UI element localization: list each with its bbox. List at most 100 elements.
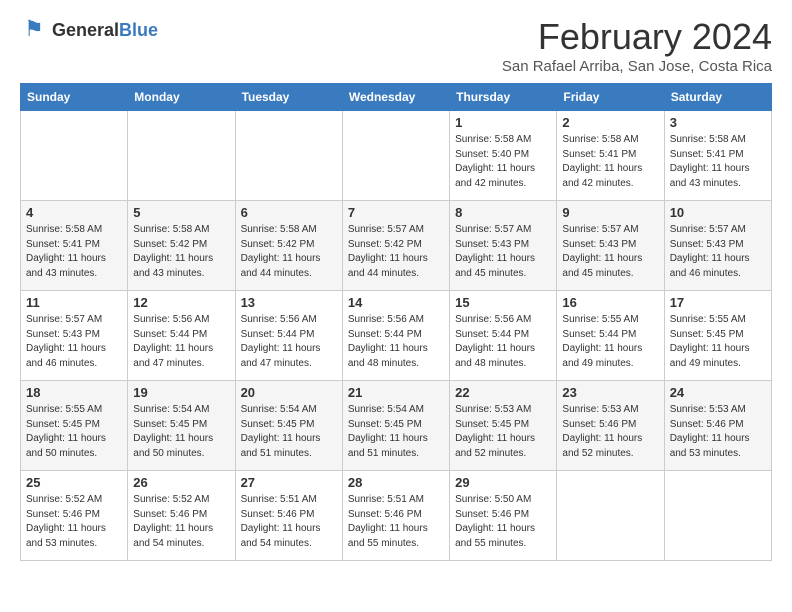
- calendar-cell: [664, 471, 771, 561]
- calendar-cell: [235, 111, 342, 201]
- calendar-cell: 15 Sunrise: 5:56 AM Sunset: 5:44 PM Dayli…: [450, 291, 557, 381]
- day-info: Sunrise: 5:56 AM Sunset: 5:44 PM Dayligh…: [133, 313, 229, 371]
- day-of-week-header: Monday: [128, 84, 235, 111]
- calendar-cell: 5 Sunrise: 5:58 AM Sunset: 5:42 PM Daylig…: [128, 201, 235, 291]
- logo: ⚑ GeneralBlue: [20, 16, 158, 44]
- calendar-week-row: 25 Sunrise: 5:52 AM Sunset: 5:46 PM Dayli…: [21, 471, 772, 561]
- page-header: ⚑ GeneralBlue February 2024 San Rafael A…: [20, 16, 772, 75]
- day-number: 13: [241, 295, 337, 310]
- calendar-cell: 21 Sunrise: 5:54 AM Sunset: 5:45 PM Dayli…: [342, 381, 449, 471]
- day-of-week-header: Tuesday: [235, 84, 342, 111]
- day-number: 24: [670, 385, 766, 400]
- day-info: Sunrise: 5:53 AM Sunset: 5:46 PM Dayligh…: [670, 403, 766, 461]
- calendar-cell: 14 Sunrise: 5:56 AM Sunset: 5:44 PM Dayli…: [342, 291, 449, 381]
- day-number: 26: [133, 475, 229, 490]
- day-number: 8: [455, 205, 551, 220]
- day-number: 16: [562, 295, 658, 310]
- day-number: 15: [455, 295, 551, 310]
- day-info: Sunrise: 5:58 AM Sunset: 5:42 PM Dayligh…: [241, 223, 337, 281]
- days-header-row: SundayMondayTuesdayWednesdayThursdayFrid…: [21, 84, 772, 111]
- day-number: 10: [670, 205, 766, 220]
- calendar-cell: [557, 471, 664, 561]
- day-info: Sunrise: 5:57 AM Sunset: 5:43 PM Dayligh…: [455, 223, 551, 281]
- calendar-cell: 24 Sunrise: 5:53 AM Sunset: 5:46 PM Dayli…: [664, 381, 771, 471]
- day-info: Sunrise: 5:58 AM Sunset: 5:42 PM Dayligh…: [133, 223, 229, 281]
- calendar-cell: [342, 111, 449, 201]
- day-info: Sunrise: 5:53 AM Sunset: 5:46 PM Dayligh…: [562, 403, 658, 461]
- day-info: Sunrise: 5:54 AM Sunset: 5:45 PM Dayligh…: [348, 403, 444, 461]
- day-info: Sunrise: 5:54 AM Sunset: 5:45 PM Dayligh…: [133, 403, 229, 461]
- calendar-subtitle: San Rafael Arriba, San Jose, Costa Rica: [502, 58, 772, 75]
- day-number: 27: [241, 475, 337, 490]
- day-number: 11: [26, 295, 122, 310]
- calendar-table: SundayMondayTuesdayWednesdayThursdayFrid…: [20, 83, 772, 561]
- calendar-cell: 9 Sunrise: 5:57 AM Sunset: 5:43 PM Daylig…: [557, 201, 664, 291]
- calendar-cell: 2 Sunrise: 5:58 AM Sunset: 5:41 PM Daylig…: [557, 111, 664, 201]
- logo-icon: ⚑: [20, 16, 48, 44]
- day-number: 5: [133, 205, 229, 220]
- day-number: 17: [670, 295, 766, 310]
- calendar-cell: 20Sunrise: 5:54 AM Sunset: 5:45 PM Dayli…: [235, 381, 342, 471]
- calendar-cell: 3 Sunrise: 5:58 AM Sunset: 5:41 PM Daylig…: [664, 111, 771, 201]
- day-info: Sunrise: 5:57 AM Sunset: 5:43 PM Dayligh…: [670, 223, 766, 281]
- calendar-cell: 10 Sunrise: 5:57 AM Sunset: 5:43 PM Dayli…: [664, 201, 771, 291]
- calendar-cell: 4Sunrise: 5:58 AM Sunset: 5:41 PM Daylig…: [21, 201, 128, 291]
- svg-text:⚑: ⚑: [24, 16, 44, 41]
- calendar-cell: [21, 111, 128, 201]
- day-info: Sunrise: 5:58 AM Sunset: 5:41 PM Dayligh…: [26, 223, 122, 281]
- title-area: February 2024 San Rafael Arriba, San Jos…: [502, 16, 772, 75]
- day-info: Sunrise: 5:58 AM Sunset: 5:41 PM Dayligh…: [562, 133, 658, 191]
- calendar-week-row: 11 Sunrise: 5:57 AM Sunset: 5:43 PM Dayli…: [21, 291, 772, 381]
- day-number: 3: [670, 115, 766, 130]
- day-info: Sunrise: 5:58 AM Sunset: 5:41 PM Dayligh…: [670, 133, 766, 191]
- day-number: 29: [455, 475, 551, 490]
- day-of-week-header: Saturday: [664, 84, 771, 111]
- day-number: 25: [26, 475, 122, 490]
- calendar-cell: 23 Sunrise: 5:53 AM Sunset: 5:46 PM Dayli…: [557, 381, 664, 471]
- day-info: Sunrise: 5:57 AM Sunset: 5:42 PM Dayligh…: [348, 223, 444, 281]
- day-of-week-header: Thursday: [450, 84, 557, 111]
- calendar-cell: 26 Sunrise: 5:52 AM Sunset: 5:46 PM Dayli…: [128, 471, 235, 561]
- calendar-title: February 2024: [502, 16, 772, 58]
- day-number: 23: [562, 385, 658, 400]
- day-number: 18: [26, 385, 122, 400]
- day-number: 12: [133, 295, 229, 310]
- day-info: Sunrise: 5:55 AM Sunset: 5:45 PM Dayligh…: [670, 313, 766, 371]
- day-number: 21: [348, 385, 444, 400]
- day-info: Sunrise: 5:53 AM Sunset: 5:45 PM Dayligh…: [455, 403, 551, 461]
- day-number: 7: [348, 205, 444, 220]
- day-info: Sunrise: 5:52 AM Sunset: 5:46 PM Dayligh…: [26, 493, 122, 551]
- day-number: 14: [348, 295, 444, 310]
- calendar-week-row: 1Sunrise: 5:58 AM Sunset: 5:40 PM Daylig…: [21, 111, 772, 201]
- day-info: Sunrise: 5:50 AM Sunset: 5:46 PM Dayligh…: [455, 493, 551, 551]
- day-info: Sunrise: 5:51 AM Sunset: 5:46 PM Dayligh…: [241, 493, 337, 551]
- calendar-cell: 6 Sunrise: 5:58 AM Sunset: 5:42 PM Daylig…: [235, 201, 342, 291]
- day-info: Sunrise: 5:52 AM Sunset: 5:46 PM Dayligh…: [133, 493, 229, 551]
- calendar-cell: 18 Sunrise: 5:55 AM Sunset: 5:45 PM Dayli…: [21, 381, 128, 471]
- day-number: 2: [562, 115, 658, 130]
- day-info: Sunrise: 5:56 AM Sunset: 5:44 PM Dayligh…: [348, 313, 444, 371]
- calendar-week-row: 18 Sunrise: 5:55 AM Sunset: 5:45 PM Dayli…: [21, 381, 772, 471]
- day-info: Sunrise: 5:57 AM Sunset: 5:43 PM Dayligh…: [562, 223, 658, 281]
- calendar-cell: [128, 111, 235, 201]
- calendar-cell: 16 Sunrise: 5:55 AM Sunset: 5:44 PM Dayli…: [557, 291, 664, 381]
- calendar-cell: 19Sunrise: 5:54 AM Sunset: 5:45 PM Dayli…: [128, 381, 235, 471]
- day-info: Sunrise: 5:56 AM Sunset: 5:44 PM Dayligh…: [241, 313, 337, 371]
- day-info: Sunrise: 5:55 AM Sunset: 5:45 PM Dayligh…: [26, 403, 122, 461]
- day-number: 9: [562, 205, 658, 220]
- day-info: Sunrise: 5:57 AM Sunset: 5:43 PM Dayligh…: [26, 313, 122, 371]
- logo-blue: Blue: [119, 20, 158, 40]
- day-info: Sunrise: 5:55 AM Sunset: 5:44 PM Dayligh…: [562, 313, 658, 371]
- day-number: 22: [455, 385, 551, 400]
- calendar-week-row: 4Sunrise: 5:58 AM Sunset: 5:41 PM Daylig…: [21, 201, 772, 291]
- day-number: 1: [455, 115, 551, 130]
- day-info: Sunrise: 5:51 AM Sunset: 5:46 PM Dayligh…: [348, 493, 444, 551]
- day-of-week-header: Friday: [557, 84, 664, 111]
- day-info: Sunrise: 5:56 AM Sunset: 5:44 PM Dayligh…: [455, 313, 551, 371]
- day-number: 6: [241, 205, 337, 220]
- day-info: Sunrise: 5:54 AM Sunset: 5:45 PM Dayligh…: [241, 403, 337, 461]
- day-of-week-header: Wednesday: [342, 84, 449, 111]
- logo-general: General: [52, 20, 119, 40]
- calendar-cell: 29 Sunrise: 5:50 AM Sunset: 5:46 PM Dayli…: [450, 471, 557, 561]
- calendar-cell: 11 Sunrise: 5:57 AM Sunset: 5:43 PM Dayli…: [21, 291, 128, 381]
